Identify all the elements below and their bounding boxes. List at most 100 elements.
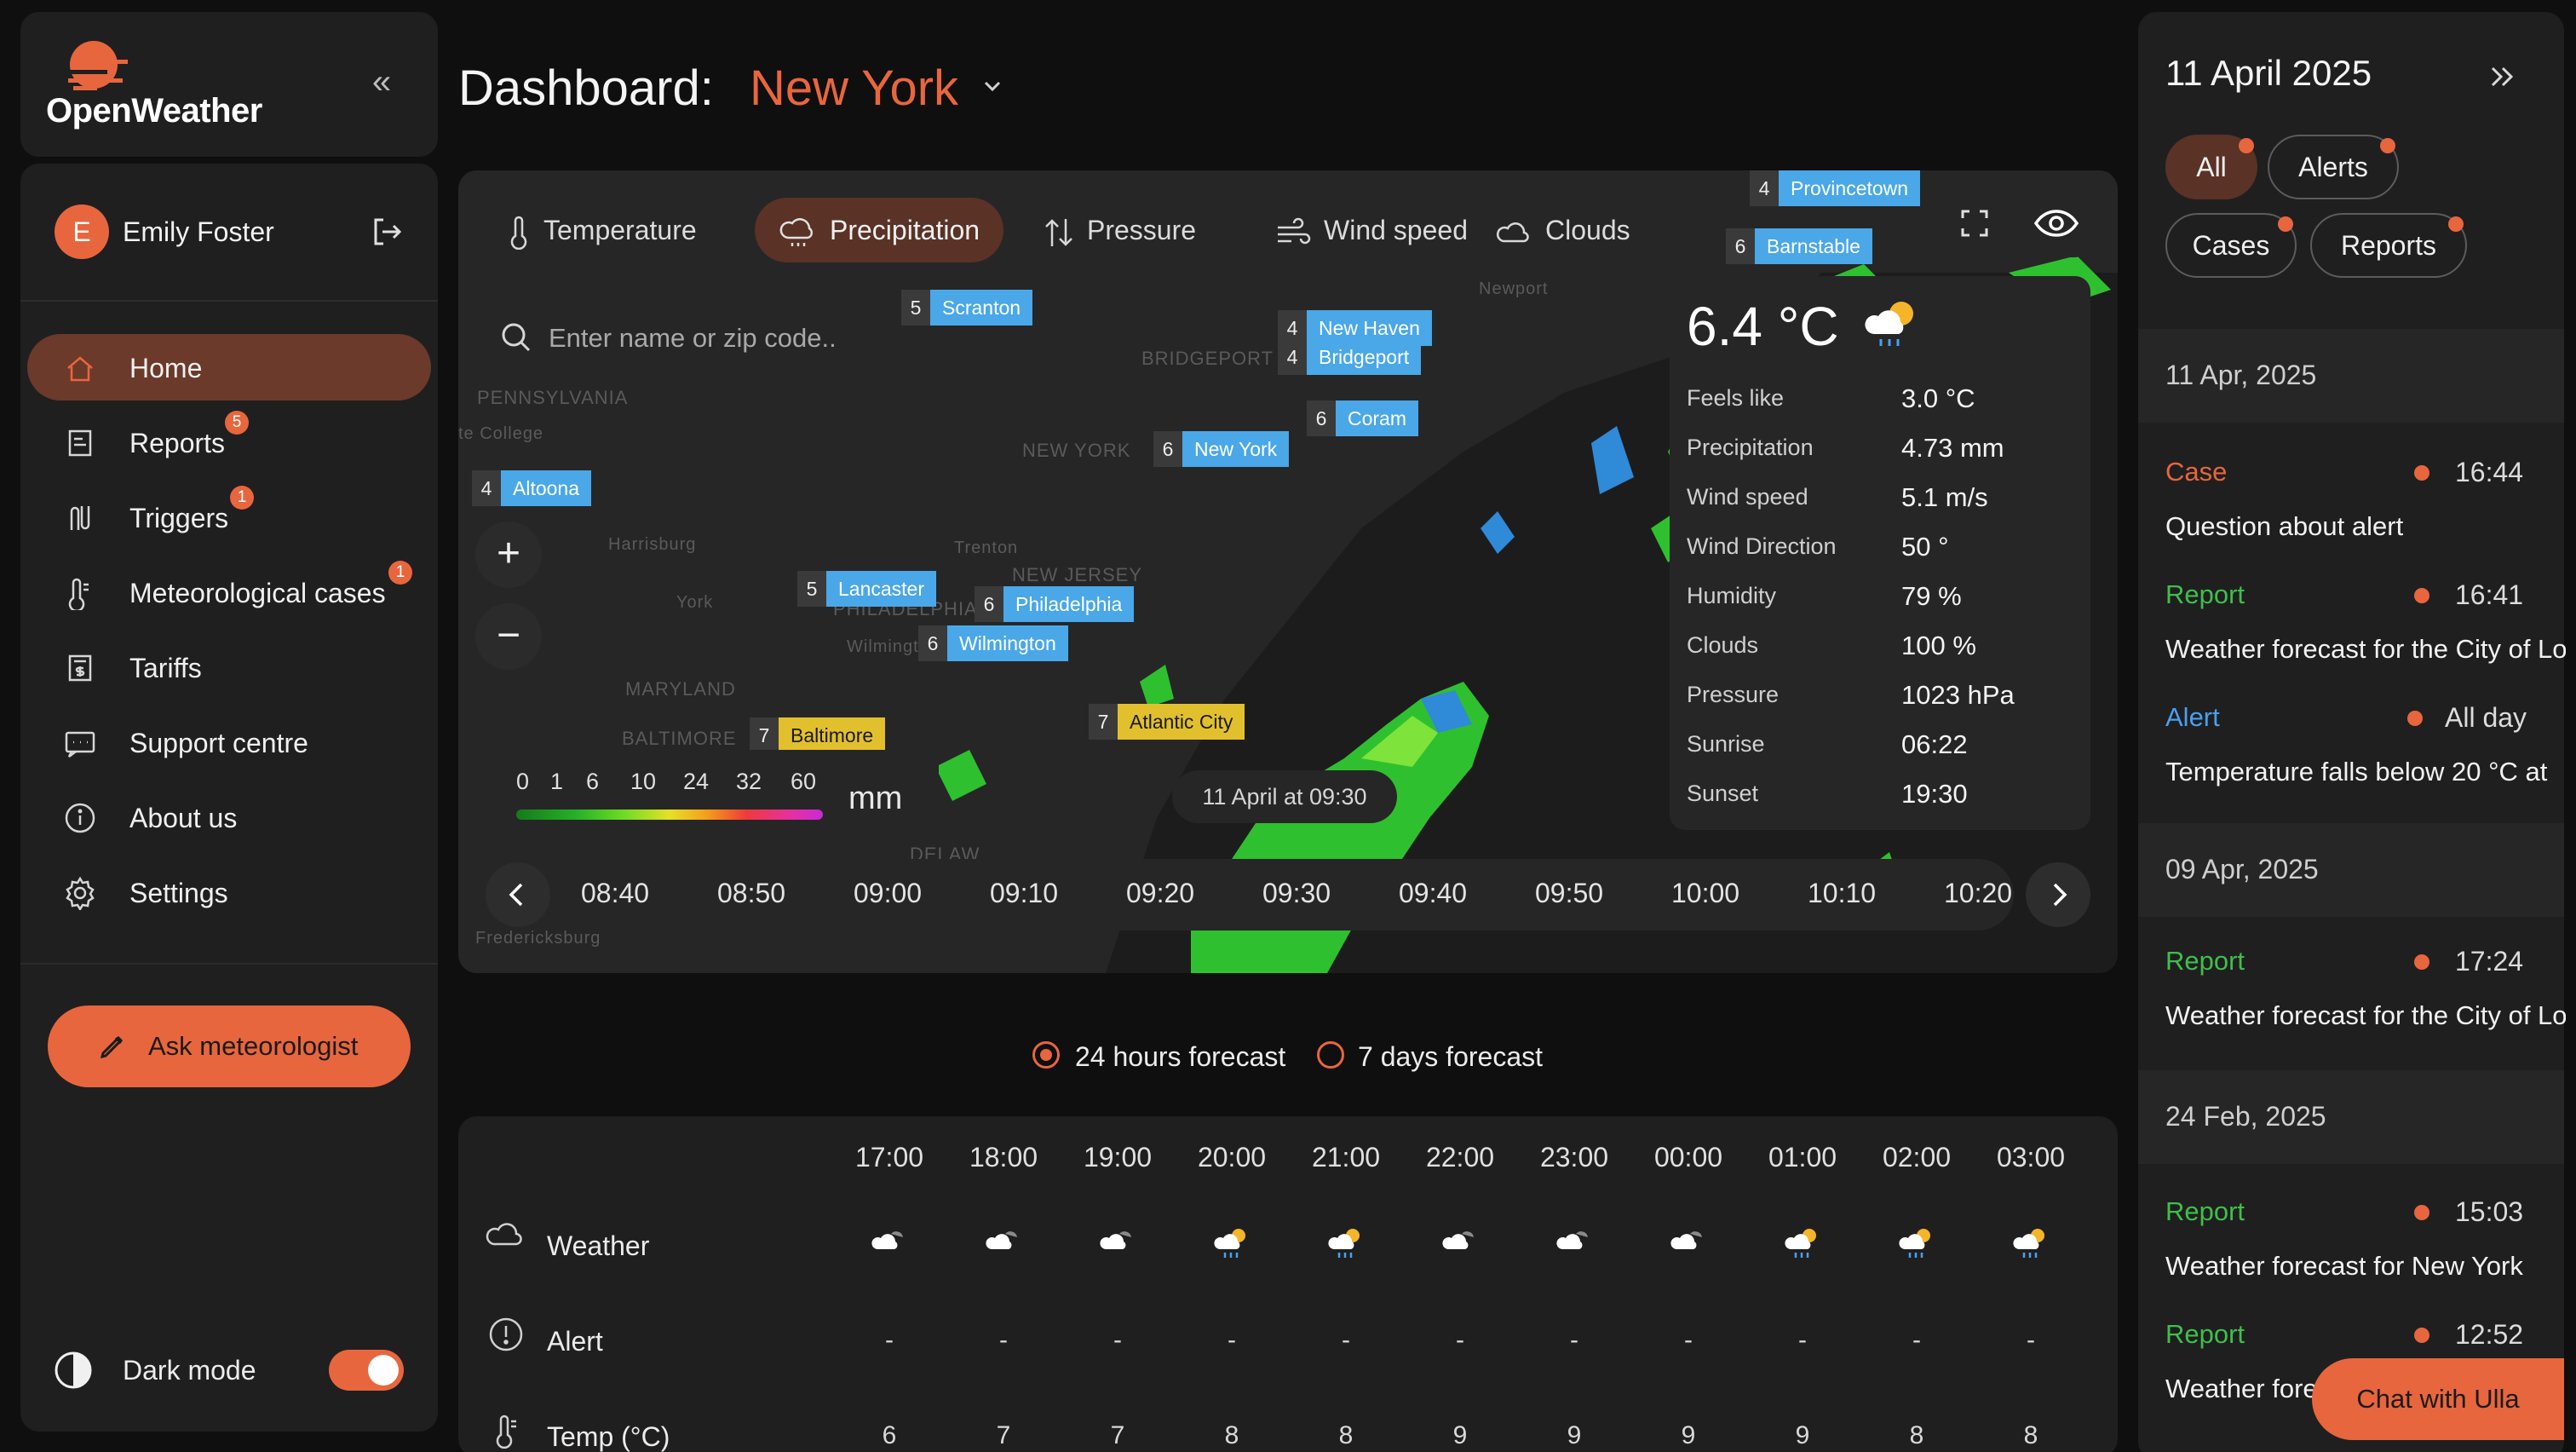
activity-entry[interactable]: Temperature falls below 20 °C at bbox=[2165, 757, 2566, 787]
filter-chip-all[interactable]: All bbox=[2165, 135, 2257, 199]
activity-entry[interactable]: Weather forecast for the City of London bbox=[2165, 1000, 2566, 1031]
layer-tab-label: Clouds bbox=[1545, 215, 1630, 245]
city-marker-value: 5 bbox=[797, 571, 826, 607]
activity-type: Report bbox=[2165, 946, 2245, 976]
zoom-in-button[interactable]: + bbox=[475, 521, 542, 588]
sidebar-item-tariffs[interactable]: Tariffs bbox=[27, 634, 431, 700]
map-search-input[interactable] bbox=[549, 319, 855, 358]
city-marker-atlantic-city[interactable]: 7 Atlantic City bbox=[1089, 704, 1245, 740]
sidebar-item-triggers[interactable]: Triggers 1 bbox=[27, 484, 431, 550]
forecast-alert-value: - bbox=[1228, 1326, 1236, 1354]
thermometer-icon bbox=[496, 1415, 516, 1449]
city-marker-scranton[interactable]: 5 Scranton bbox=[901, 290, 1033, 326]
activity-date: 11 April 2025 bbox=[2165, 53, 2372, 93]
radio-24-hours[interactable] bbox=[1032, 1041, 1060, 1069]
collapse-sidebar-icon[interactable]: « bbox=[361, 65, 402, 106]
notification-badge: 5 bbox=[225, 411, 249, 435]
activity-entry[interactable]: Weather forecast for the City of London bbox=[2165, 634, 2566, 665]
pressure-arrows-icon bbox=[1045, 218, 1072, 246]
chat-with-ulla-button[interactable]: Chat with Ulla bbox=[2312, 1358, 2564, 1440]
ask-meteorologist-button[interactable]: Ask meteorologist bbox=[48, 1005, 411, 1087]
layer-tab-temperature[interactable]: Temperature bbox=[482, 198, 721, 262]
chevron-right-icon bbox=[2053, 883, 2067, 907]
filter-chip-alerts[interactable]: Alerts bbox=[2268, 135, 2399, 199]
city-marker-philadelphia[interactable]: 6 Philadelphia bbox=[975, 586, 1135, 622]
unread-dot bbox=[2407, 711, 2423, 726]
timeline-time[interactable]: 10:10 bbox=[1808, 878, 1876, 909]
avatar[interactable]: E bbox=[55, 205, 109, 259]
timeline-time[interactable]: 09:00 bbox=[854, 878, 922, 909]
dark-mode-toggle[interactable] bbox=[329, 1350, 404, 1391]
city-marker-provincetown[interactable]: 4 Provincetown bbox=[1750, 170, 1921, 206]
activity-entry[interactable]: Weather forecast for New York bbox=[2165, 1251, 2566, 1282]
sidebar-item-label: Reports bbox=[129, 428, 226, 458]
visibility-button[interactable] bbox=[2022, 189, 2090, 257]
layer-tab-pressure[interactable]: Pressure bbox=[1019, 198, 1220, 262]
layer-tab-precipitation[interactable]: Precipitation bbox=[755, 198, 1004, 262]
logout-icon[interactable] bbox=[370, 215, 404, 249]
timeline-time[interactable]: 09:40 bbox=[1399, 878, 1467, 909]
timeline-time[interactable]: 09:10 bbox=[990, 878, 1058, 909]
timeline-time[interactable]: 08:50 bbox=[717, 878, 785, 909]
forecast-temp-value: 8 bbox=[1338, 1421, 1354, 1449]
city-marker-coram[interactable]: 6 Coram bbox=[1307, 400, 1419, 436]
timeline-time[interactable]: 09:50 bbox=[1535, 878, 1603, 909]
city-marker-altoona[interactable]: 4 Altoona bbox=[472, 470, 592, 506]
forecast-hour: 21:00 bbox=[1311, 1142, 1381, 1173]
activity-group-date: 24 Feb, 2025 bbox=[2165, 1101, 2326, 1132]
timeline-time[interactable]: 09:30 bbox=[1262, 878, 1331, 909]
thermometer-icon bbox=[68, 578, 89, 610]
timeline-time[interactable]: 10:00 bbox=[1671, 878, 1739, 909]
city-selector[interactable]: New York bbox=[750, 60, 958, 117]
forecast-option-7d[interactable]: 7 days forecast bbox=[1358, 1041, 1543, 1073]
notification-badge: 1 bbox=[388, 561, 412, 585]
city-marker-new-york[interactable]: 6 New York bbox=[1153, 431, 1290, 467]
sun-rain-icon bbox=[1214, 1229, 1245, 1258]
expand-panel-icon[interactable] bbox=[2482, 56, 2523, 97]
sidebar-item-support-centre[interactable]: Support centre bbox=[27, 709, 431, 775]
city-marker-barnstable[interactable]: 6 Barnstable bbox=[1726, 228, 1872, 264]
radio-7-days[interactable] bbox=[1317, 1041, 1344, 1069]
city-marker-baltimore[interactable]: 7 Baltimore bbox=[750, 717, 886, 753]
city-marker-bridgeport[interactable]: 4 Bridgeport bbox=[1278, 339, 1422, 375]
layer-tab-clouds[interactable]: Clouds bbox=[1472, 198, 1654, 262]
filter-chip-reports[interactable]: Reports bbox=[2310, 213, 2467, 278]
activity-date-group: 24 Feb, 2025 bbox=[2138, 1070, 2564, 1164]
timeline-prev-button[interactable] bbox=[486, 862, 550, 927]
filter-chip-label: Reports bbox=[2340, 230, 2437, 261]
detail-value: 1023 hPa bbox=[1901, 680, 2015, 710]
unread-dot bbox=[2414, 954, 2429, 970]
zoom-out-button[interactable]: − bbox=[475, 603, 542, 670]
sidebar-item-meteorological-cases[interactable]: Meteorological cases 1 bbox=[27, 559, 431, 625]
fullscreen-button[interactable] bbox=[1941, 189, 2009, 257]
weather-detail-card: 6.4 °C Feels like 3.0 °C Precipitation 4.73… bbox=[1670, 276, 2090, 830]
divider bbox=[20, 300, 438, 302]
map-search[interactable] bbox=[475, 298, 869, 378]
city-marker-lancaster[interactable]: 5 Lancaster bbox=[797, 571, 937, 607]
timeline[interactable]: 08:40 08:50 09:00 09:10 09:20 09:30 09:40 09:50… bbox=[566, 859, 2014, 931]
city-marker-value: 6 bbox=[918, 625, 947, 661]
timeline-time[interactable]: 09:20 bbox=[1126, 878, 1194, 909]
detail-value: 4.73 mm bbox=[1901, 433, 2004, 463]
sidebar-item-reports[interactable]: Reports 5 bbox=[27, 409, 431, 475]
forecast-option-24h[interactable]: 24 hours forecast bbox=[1075, 1041, 1285, 1073]
chevron-left-icon bbox=[509, 883, 523, 907]
sidebar-item-label: Support centre bbox=[129, 728, 308, 758]
filter-chip-cases[interactable]: Cases bbox=[2165, 213, 2297, 278]
city-marker-name: Barnstable bbox=[1755, 228, 1872, 264]
timeline-next-button[interactable] bbox=[2026, 862, 2090, 927]
map-label: York bbox=[676, 593, 714, 612]
forecast-hour: 20:00 bbox=[1197, 1142, 1267, 1173]
layer-tab-wind-speed[interactable]: Wind speed bbox=[1251, 198, 1492, 262]
activity-entry[interactable]: Question about alert bbox=[2165, 511, 2566, 542]
chevron-down-icon[interactable] bbox=[980, 73, 1005, 99]
sidebar-item-settings[interactable]: Settings bbox=[27, 859, 431, 925]
timeline-time[interactable]: 10:20 bbox=[1944, 878, 2012, 909]
detail-value: 50 ° bbox=[1901, 532, 1949, 562]
layer-tab-label: Wind speed bbox=[1324, 215, 1468, 245]
city-marker-wilmington[interactable]: 6 Wilmington bbox=[918, 625, 1068, 661]
sidebar-item-home[interactable]: Home bbox=[27, 334, 431, 400]
sidebar-item-about-us[interactable]: About us bbox=[27, 784, 431, 850]
legend-tick: 32 bbox=[736, 769, 762, 794]
timeline-time[interactable]: 08:40 bbox=[581, 878, 649, 909]
